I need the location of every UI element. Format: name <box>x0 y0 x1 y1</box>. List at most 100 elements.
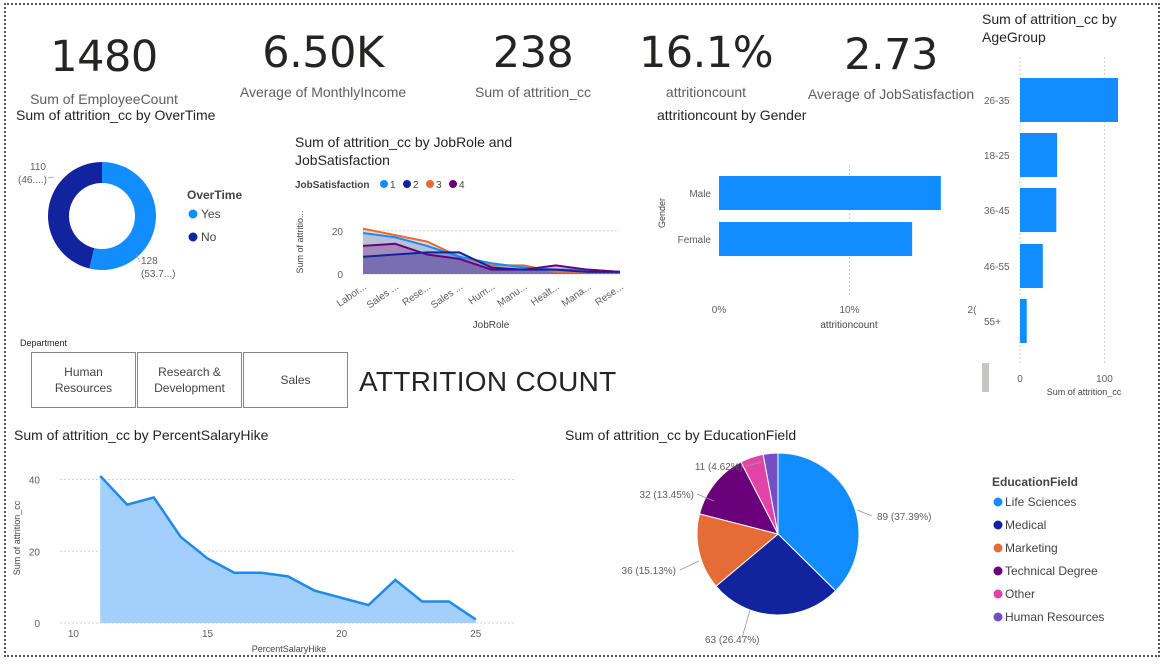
y-tick-label: 40 <box>29 476 41 487</box>
kpi-attrition-rate-value: 16.1% <box>638 28 774 78</box>
gender-bar-chart: MaleFemale0% 10% 2(attritioncountGender <box>657 165 977 331</box>
bar-female <box>719 222 913 256</box>
x-tick-label: 0% <box>712 305 727 316</box>
data-label: 36 (15.13%) <box>622 566 676 577</box>
legend-marker <box>993 543 1003 553</box>
slicer-option-research-development[interactable]: Research & Development <box>137 352 242 408</box>
legend-item: Other <box>1005 587 1035 601</box>
x-axis-title: JobRole <box>473 320 510 331</box>
legend-item: 4 <box>459 180 465 191</box>
legend-title: JobSatisfaction <box>295 180 369 191</box>
kpi-attrition-sum-label: Sum of attrition_cc <box>475 84 591 100</box>
legend-item: Human Resources <box>1005 610 1104 624</box>
legend-marker <box>993 589 1003 599</box>
bar-age-55+ <box>1020 299 1027 343</box>
data-label: 32 (13.45%) <box>640 490 694 501</box>
data-label: 110 <box>30 162 46 173</box>
y-tick-label: 46-55 <box>984 262 1010 273</box>
legend-marker <box>426 180 434 188</box>
x-tick-label: 25 <box>470 629 482 640</box>
y-tick-label: 36-45 <box>984 206 1010 217</box>
legend-marker <box>993 566 1003 576</box>
kpi-attrition-rate-label: attritioncount <box>665 84 747 100</box>
slicer-title: Department <box>20 338 68 348</box>
legend-marker <box>380 180 388 188</box>
kpi-job-satisfaction-value: 2.73 <box>844 30 938 80</box>
x-tick-label: 10 <box>68 629 80 640</box>
slicer-option-label: Sales <box>280 373 311 387</box>
x-tick-label: 100 <box>1096 374 1113 385</box>
agegroup-scrollbar[interactable] <box>982 363 989 392</box>
y-tick-label: Female <box>678 235 712 246</box>
x-tick-label: Healt... <box>529 281 561 308</box>
slicer-option-sales[interactable]: Sales <box>243 352 348 408</box>
y-axis-title: Gender <box>657 198 667 228</box>
legend-item: 2 <box>413 180 419 191</box>
legend-item: Yes <box>201 207 221 221</box>
data-label: 11 (4.62%) <box>695 462 743 473</box>
legend-item: Medical <box>1005 518 1046 532</box>
overtime-donut-chart: 128 (53.7...) 110 (46....) OverTime Yes No <box>18 162 242 280</box>
x-tick-label: 10% <box>839 305 859 316</box>
legend-title: EducationField <box>992 475 1078 489</box>
legend-marker <box>403 180 411 188</box>
kpi-monthly-income-value: 6.50K <box>262 28 384 78</box>
leader-line <box>679 560 700 571</box>
legend-item: 1 <box>390 180 396 191</box>
data-label: (53.7...) <box>141 269 175 280</box>
jobrole-chart-title: Sum of attrition_cc by JobRole and JobSa… <box>295 134 513 168</box>
slicer-option-human-resources[interactable]: Human Resources <box>31 352 136 408</box>
y-axis-title: Sum of attritio... <box>295 210 305 273</box>
legend-marker <box>993 612 1003 622</box>
agegroup-chart-title: Sum of attrition_cc by AgeGroup <box>982 11 1117 45</box>
kpi-monthly-income-label: Average of MonthlyIncome <box>239 84 407 100</box>
kpi-employee-count-label: Sum of EmployeeCount <box>30 91 178 107</box>
x-tick-label: Rese... <box>593 281 625 308</box>
leader-line <box>741 609 751 639</box>
bar-male <box>719 176 941 210</box>
data-label: (46....) <box>18 175 47 186</box>
y-tick-label: Male <box>689 189 711 200</box>
x-tick-label: Manu... <box>496 281 530 309</box>
legend-title: OverTime <box>187 188 242 202</box>
x-tick-label: Sales ... <box>365 281 401 311</box>
bar-age-36-45 <box>1020 188 1057 232</box>
bar-age-26-35 <box>1020 78 1118 122</box>
legend-marker <box>188 232 198 242</box>
x-tick-label: 15 <box>202 629 214 640</box>
x-tick-label: Labor... <box>335 281 369 309</box>
legend-item: Technical Degree <box>1005 564 1098 578</box>
y-tick-label: 55+ <box>984 317 1001 328</box>
overtime-chart-title: Sum of attrition_cc by OverTime <box>16 107 216 123</box>
kpi-employee-count-value: 1480 <box>50 32 158 82</box>
legend-item: 3 <box>436 180 442 191</box>
bar-age-46-55 <box>1020 244 1043 288</box>
agegroup-bar-chart: 26-35 18-25 36-45 46-55 55+ 0 100 Sum of attrit… <box>984 57 1122 397</box>
legend-item: No <box>201 230 217 244</box>
kpi-attrition-sum-value: 238 <box>492 28 574 78</box>
bar-age-18-25 <box>1020 133 1058 177</box>
education-pie-chart: 89 (37.39%) 63 (26.47%) 36 (15.13%) 32 (13.… <box>622 452 1104 646</box>
page-title: ATTRITION COUNT <box>359 366 617 397</box>
salaryhike-area-chart: 0 20 40 10 15 20 25 PercentSalaryHike Sum of att… <box>12 475 516 654</box>
education-chart-title: Sum of attrition_cc by EducationField <box>565 427 797 443</box>
y-tick-label: 0 <box>34 619 40 630</box>
slicer-option-label: Human Resources <box>54 365 113 395</box>
y-tick-label: 0 <box>337 270 343 281</box>
y-tick-label: 20 <box>29 547 41 558</box>
legend-marker <box>993 520 1003 530</box>
x-tick-label: Mana... <box>560 281 594 309</box>
x-tick-label: Sales ... <box>429 281 465 311</box>
legend-item: Marketing <box>1005 541 1058 555</box>
jobrole-area-chart: JobSatisfaction 1 2 3 4020Labor...Sales ... R… <box>295 180 626 331</box>
x-axis-title: attritioncount <box>820 320 877 331</box>
leader-line <box>856 509 873 517</box>
x-tick-label: 0 <box>1017 374 1023 385</box>
x-axis-title: Sum of attrition_cc <box>1047 387 1122 397</box>
data-label: 63 (26.47%) <box>705 635 759 646</box>
gender-chart-title: attritioncount by Gender <box>657 107 807 123</box>
x-tick-label: Hum... <box>467 281 497 307</box>
y-axis-title: Sum of attrition_cc <box>12 500 22 575</box>
y-tick-label: 18-25 <box>984 151 1010 162</box>
series-area <box>100 475 476 623</box>
